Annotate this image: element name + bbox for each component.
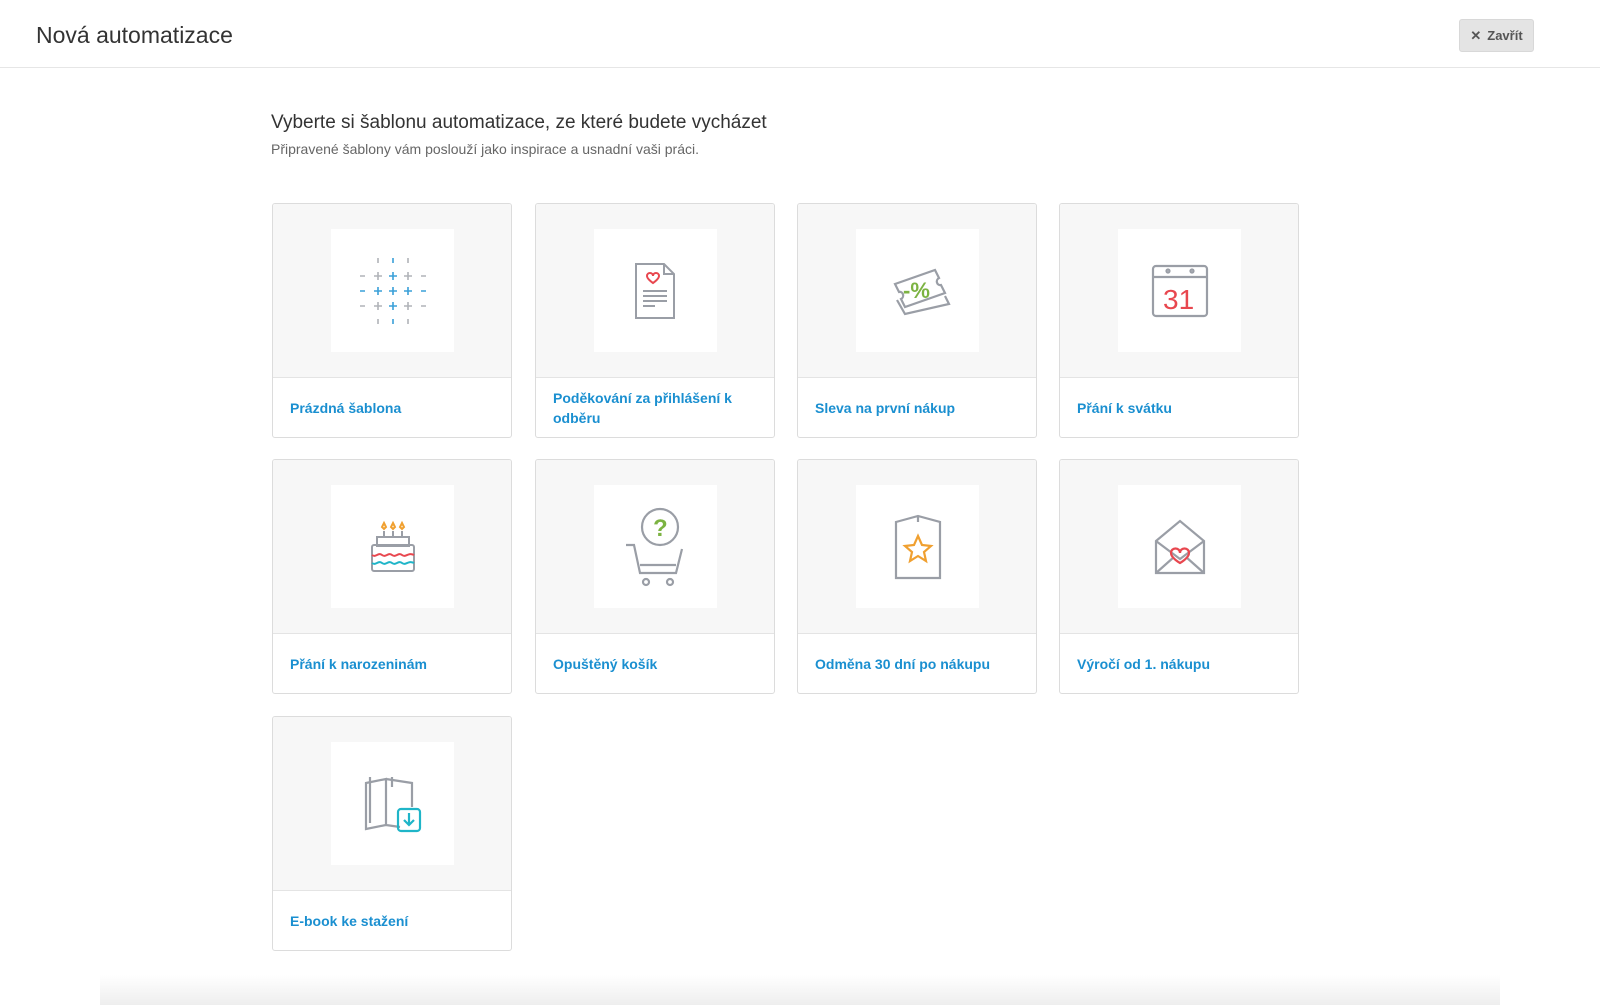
template-card-anniversary[interactable]: Výročí od 1. nákupu xyxy=(1059,459,1299,694)
template-label: Přání k svátku xyxy=(1077,399,1172,416)
template-label: E-book ke stažení xyxy=(290,912,409,929)
calendar-day: 31 xyxy=(1163,284,1194,315)
section-heading: Vyberte si šablonu automatizace, ze kter… xyxy=(271,112,767,133)
template-label: Poděkování za přihlášení k odběru xyxy=(553,389,732,426)
header: Nová automatizace ✕ Zavřít xyxy=(0,0,1600,68)
envelope-heart-icon xyxy=(1154,519,1205,574)
discount-ticket-icon: -% xyxy=(892,268,951,315)
template-card-abandoned-cart[interactable]: ? Opuštěný košík xyxy=(535,459,775,694)
question-mark: ? xyxy=(653,515,668,542)
template-label: Prázdná šablona xyxy=(290,399,402,416)
template-label: Odměna 30 dní po nákupu xyxy=(815,655,991,672)
star-card-icon xyxy=(894,514,941,579)
grid-plus-icon xyxy=(359,257,426,324)
template-label: Opuštěný košík xyxy=(553,655,658,672)
bottom-shadow xyxy=(100,975,1500,1005)
svg-text:-%: -% xyxy=(903,278,930,303)
document-heart-icon xyxy=(634,262,675,319)
template-card-nameday[interactable]: 31 Přání k svátku xyxy=(1059,203,1299,438)
section-subheading: Připravené šablony vám poslouží jako ins… xyxy=(271,141,700,157)
template-card-reward[interactable]: Odměna 30 dní po nákupu xyxy=(797,459,1037,694)
template-label: Sleva na první nákup xyxy=(815,399,956,416)
birthday-cake-icon xyxy=(370,520,415,572)
ebook-download-icon xyxy=(364,776,421,832)
template-card-ebook[interactable]: E-book ke stažení xyxy=(272,716,512,951)
cart-question-icon: ? xyxy=(625,507,683,586)
template-card-blank[interactable]: Prázdná šablona xyxy=(272,203,512,438)
close-button[interactable]: ✕ Zavřít xyxy=(1459,19,1534,52)
template-label: Přání k narozeninám xyxy=(290,655,427,672)
close-label: Zavřít xyxy=(1487,28,1523,43)
close-icon: ✕ xyxy=(1470,27,1482,43)
template-card-thanks[interactable]: Poděkování za přihlášení k odběru xyxy=(535,203,775,438)
calendar-icon: 31 xyxy=(1151,264,1208,317)
template-card-discount[interactable]: -% Sleva na první nákup xyxy=(797,203,1037,438)
template-card-birthday[interactable]: Přání k narozeninám xyxy=(272,459,512,694)
template-label: Výročí od 1. nákupu xyxy=(1077,655,1211,672)
page-title: Nová automatizace xyxy=(36,22,233,48)
